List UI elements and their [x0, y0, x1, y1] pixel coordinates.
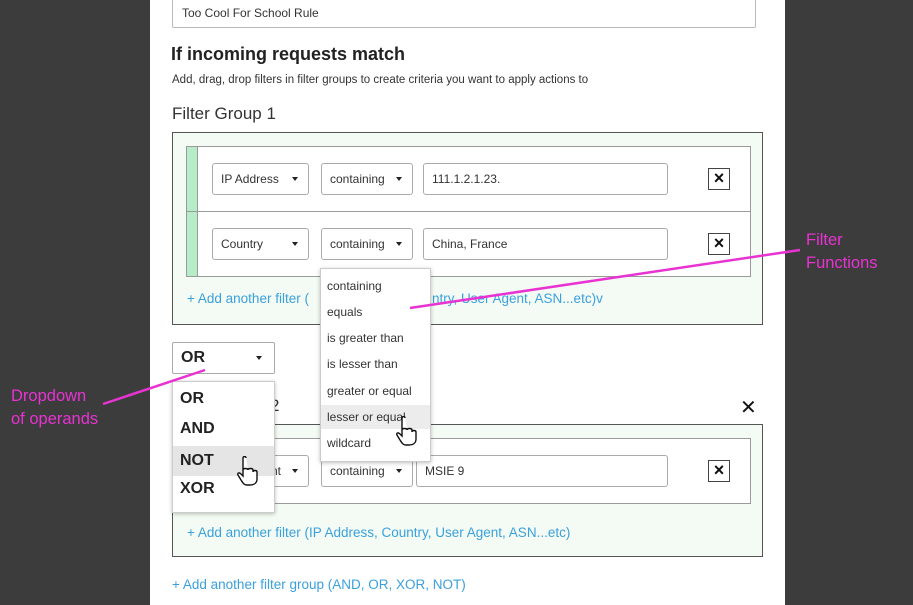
- annotation-line: Functions: [806, 254, 878, 272]
- annotation-line: of operands: [11, 410, 99, 428]
- annotation-line: Filter: [806, 231, 843, 249]
- operands-annotation: Dropdown of operands: [11, 385, 98, 431]
- filter-functions-pointer: [409, 248, 801, 310]
- operands-pointer: [102, 368, 206, 406]
- filter-functions-annotation: Filter Functions: [806, 229, 878, 275]
- annotation-line: Dropdown: [11, 387, 87, 405]
- annotation-lines: [102, 248, 801, 406]
